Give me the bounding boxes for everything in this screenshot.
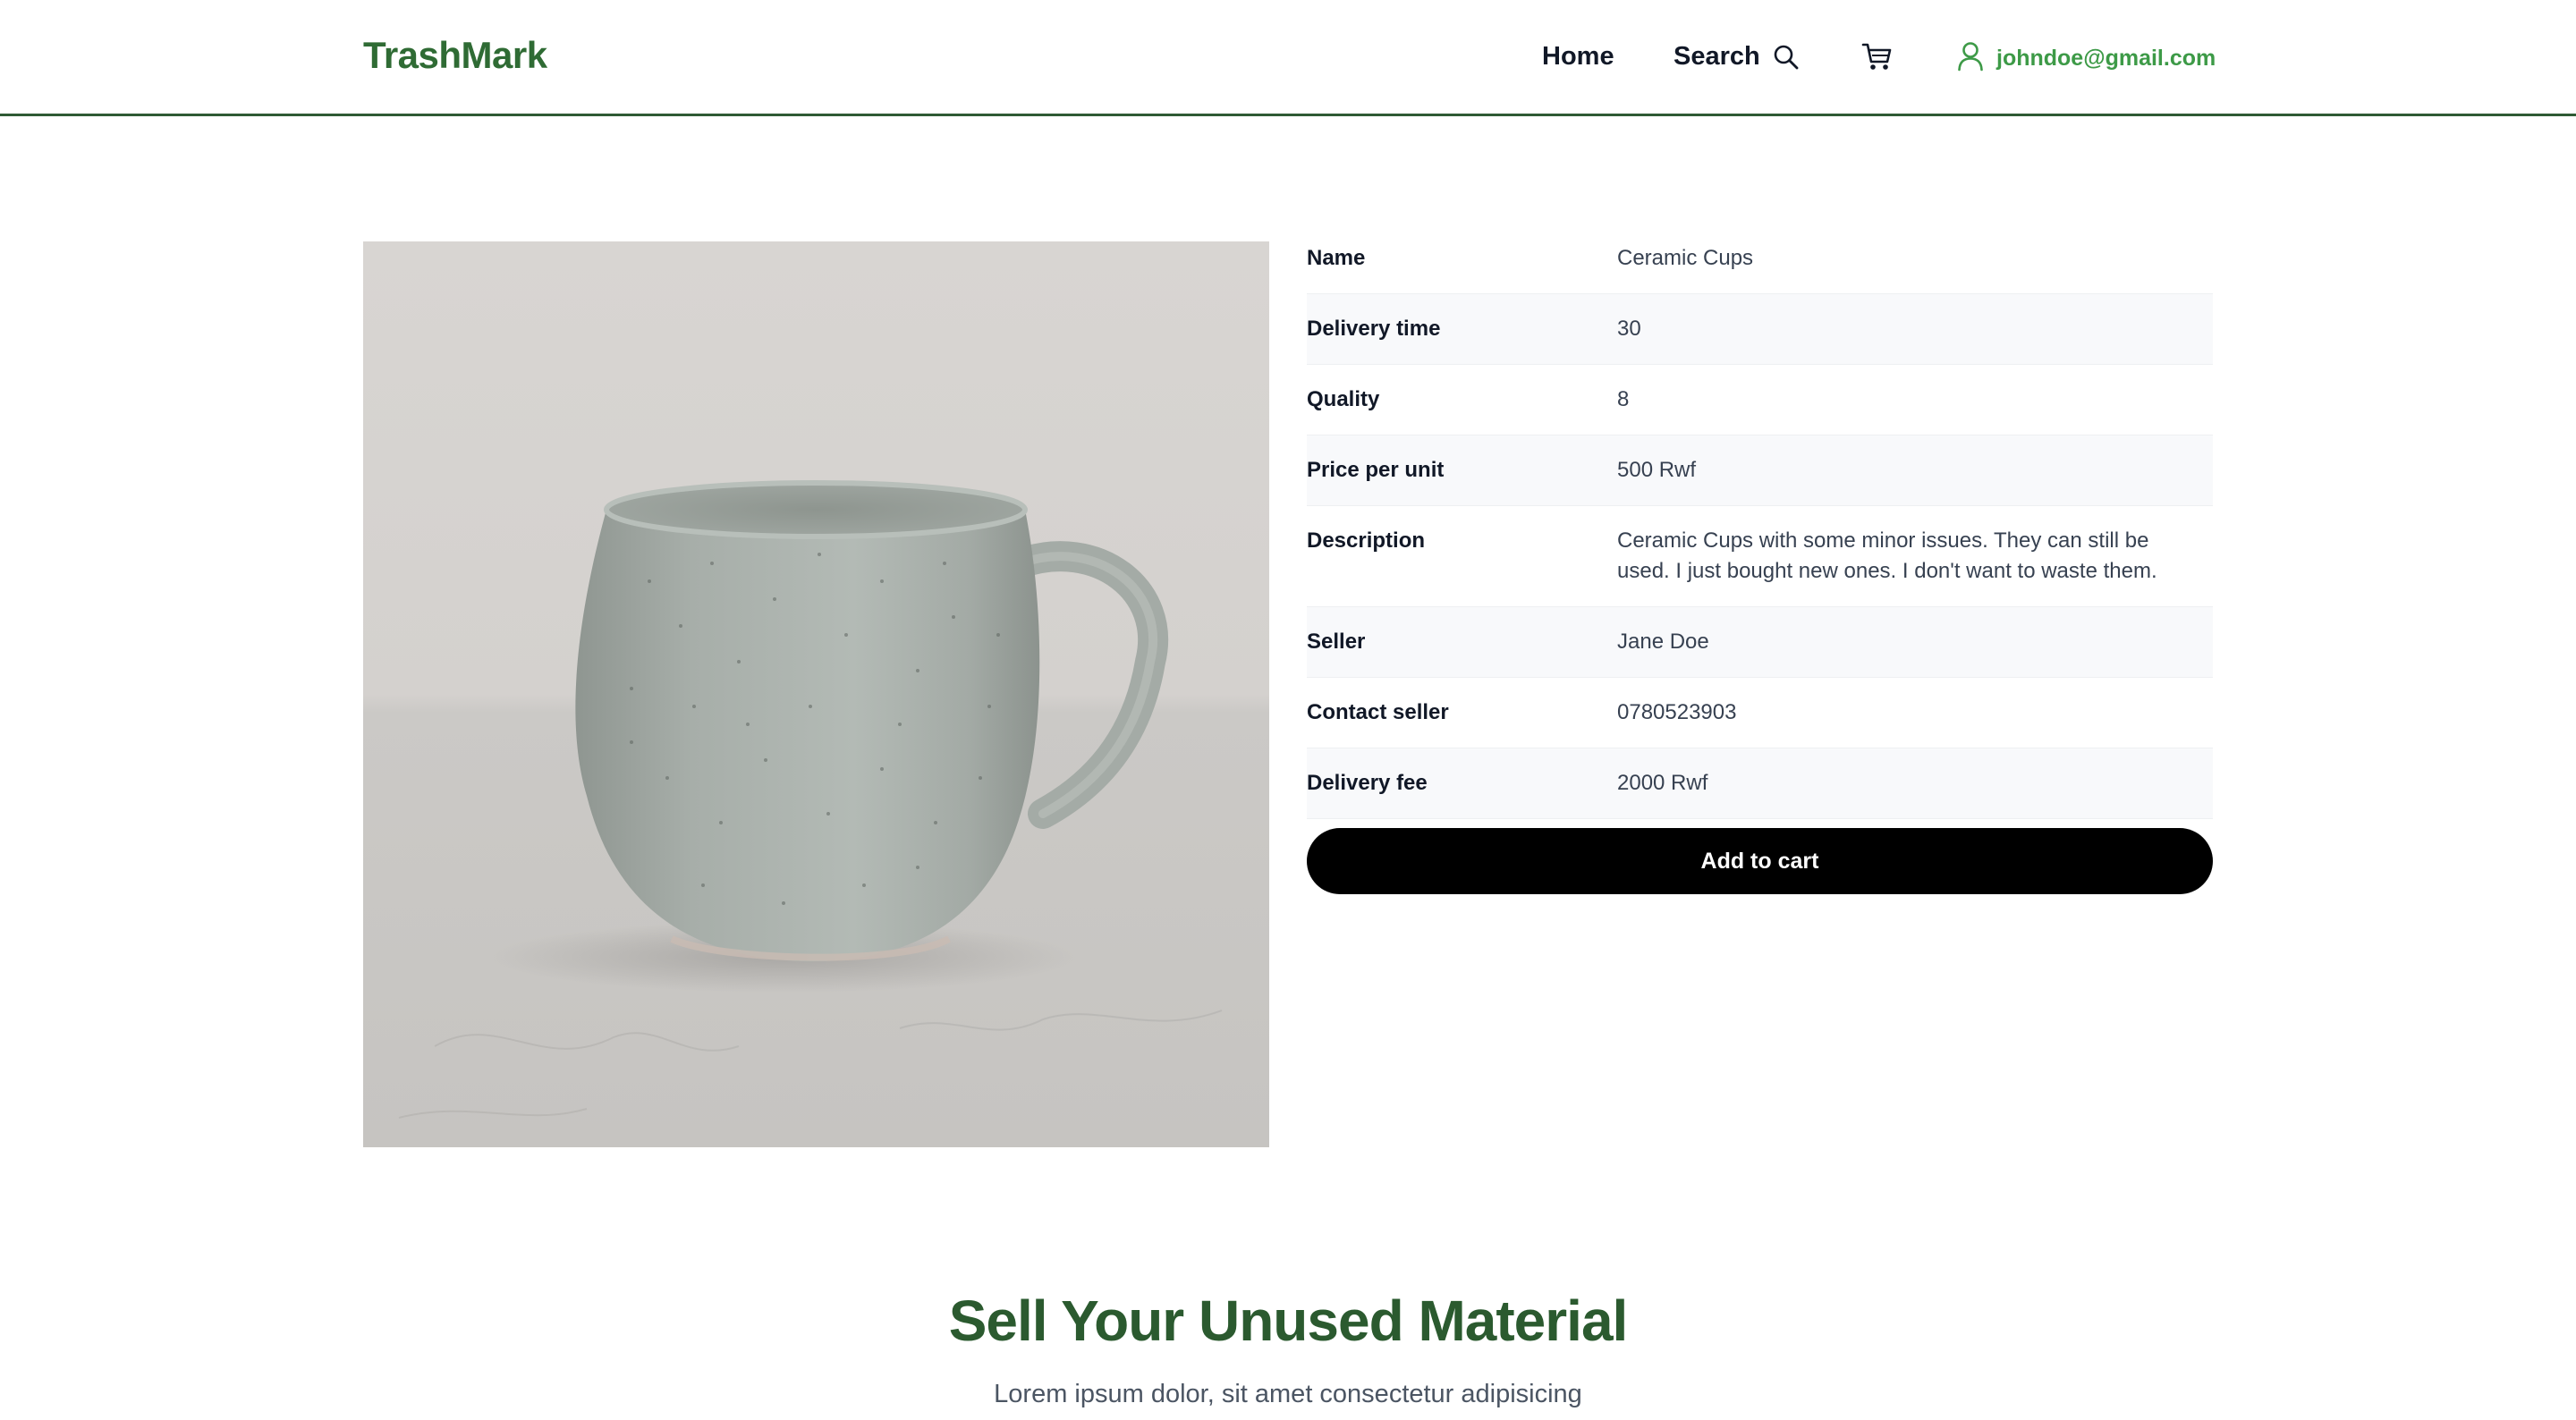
detail-label: Name: [1307, 246, 1366, 270]
cart-button[interactable]: [1861, 42, 1894, 77]
product-image: [363, 241, 1269, 1147]
detail-row-quality: Quality 8: [1307, 365, 2213, 435]
mug-illustration: [363, 241, 1269, 1147]
detail-value: 2000 Rwf: [1617, 771, 1708, 795]
product-details-table: Name Ceramic Cups Delivery time 30 Quali…: [1307, 224, 2213, 819]
detail-label: Description: [1307, 528, 1426, 553]
nav-search-label: Search: [1674, 42, 1760, 71]
detail-label: Quality: [1307, 387, 1380, 411]
detail-row-contact: Contact seller 0780523903: [1307, 678, 2213, 748]
detail-row-name: Name Ceramic Cups: [1307, 224, 2213, 294]
detail-label: Price per unit: [1307, 458, 1445, 482]
detail-row-seller: Seller Jane Doe: [1307, 607, 2213, 678]
detail-value: 500 Rwf: [1617, 458, 1697, 482]
detail-label: Seller: [1307, 630, 1366, 654]
user-account-link[interactable]: johndoe@gmail.com: [1957, 41, 2216, 76]
add-to-cart-button[interactable]: Add to cart: [1307, 828, 2213, 894]
nav-home-link[interactable]: Home: [1542, 42, 1614, 72]
detail-value: 30: [1617, 317, 1641, 341]
nav-search-link[interactable]: Search: [1674, 42, 1800, 72]
user-email: johndoe@gmail.com: [1996, 46, 2216, 71]
detail-value: Ceramic Cups: [1617, 246, 1754, 270]
user-icon: [1957, 41, 1984, 76]
detail-row-description: Description Ceramic Cups with some minor…: [1307, 506, 2213, 607]
sell-section-subtitle: Lorem ipsum dolor, sit amet consectetur …: [994, 1380, 1582, 1408]
detail-row-price: Price per unit 500 Rwf: [1307, 435, 2213, 506]
sell-section-title: Sell Your Unused Material: [948, 1289, 1629, 1353]
site-header: TrashMark Home Search johndoe@gmail.com: [0, 0, 2576, 116]
detail-value: 0780523903: [1617, 700, 1737, 724]
cart-icon: [1861, 43, 1894, 76]
search-icon: [1773, 44, 1800, 71]
detail-row-delivery-fee: Delivery fee 2000 Rwf: [1307, 748, 2213, 819]
detail-label: Delivery fee: [1307, 771, 1428, 795]
detail-value: Ceramic Cups with some minor issues. The…: [1617, 528, 2157, 583]
detail-label: Delivery time: [1307, 317, 1441, 341]
detail-row-delivery-time: Delivery time 30: [1307, 294, 2213, 365]
brand-logo[interactable]: TrashMark: [363, 34, 547, 77]
detail-value: 8: [1617, 387, 1630, 411]
detail-label: Contact seller: [1307, 700, 1449, 724]
detail-value: Jane Doe: [1617, 630, 1709, 654]
